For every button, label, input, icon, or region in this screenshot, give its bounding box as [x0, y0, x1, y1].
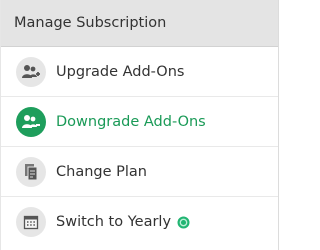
downgrade-addons-icon — [16, 106, 46, 137]
menu-item-downgrade-add-ons[interactable]: Downgrade Add-Ons — [1, 97, 278, 147]
menu-item-label: Change Plan — [56, 163, 147, 180]
upgrade-addons-icon — [16, 56, 46, 87]
calendar-icon — [16, 207, 46, 237]
change-plan-icon — [16, 156, 46, 187]
menu-item-label: Switch to Yearly — [56, 214, 172, 230]
menu-item-label: Downgrade Add-Ons — [56, 113, 206, 130]
menu-item-label: Upgrade Add-Ons — [56, 63, 185, 80]
panel-header: Manage Subscription — [1, 0, 278, 47]
manage-subscription-panel: Manage Subscription Upgrade Add-Ons Down — [0, 0, 279, 250]
menu-item-switch-to-yearly[interactable]: Switch to Yearly — [1, 197, 278, 247]
savings-badge-icon — [177, 216, 190, 229]
menu-item-change-plan[interactable]: Change Plan — [1, 147, 278, 197]
panel-title: Manage Subscription — [14, 15, 167, 31]
menu-item-upgrade-add-ons[interactable]: Upgrade Add-Ons — [1, 47, 278, 97]
